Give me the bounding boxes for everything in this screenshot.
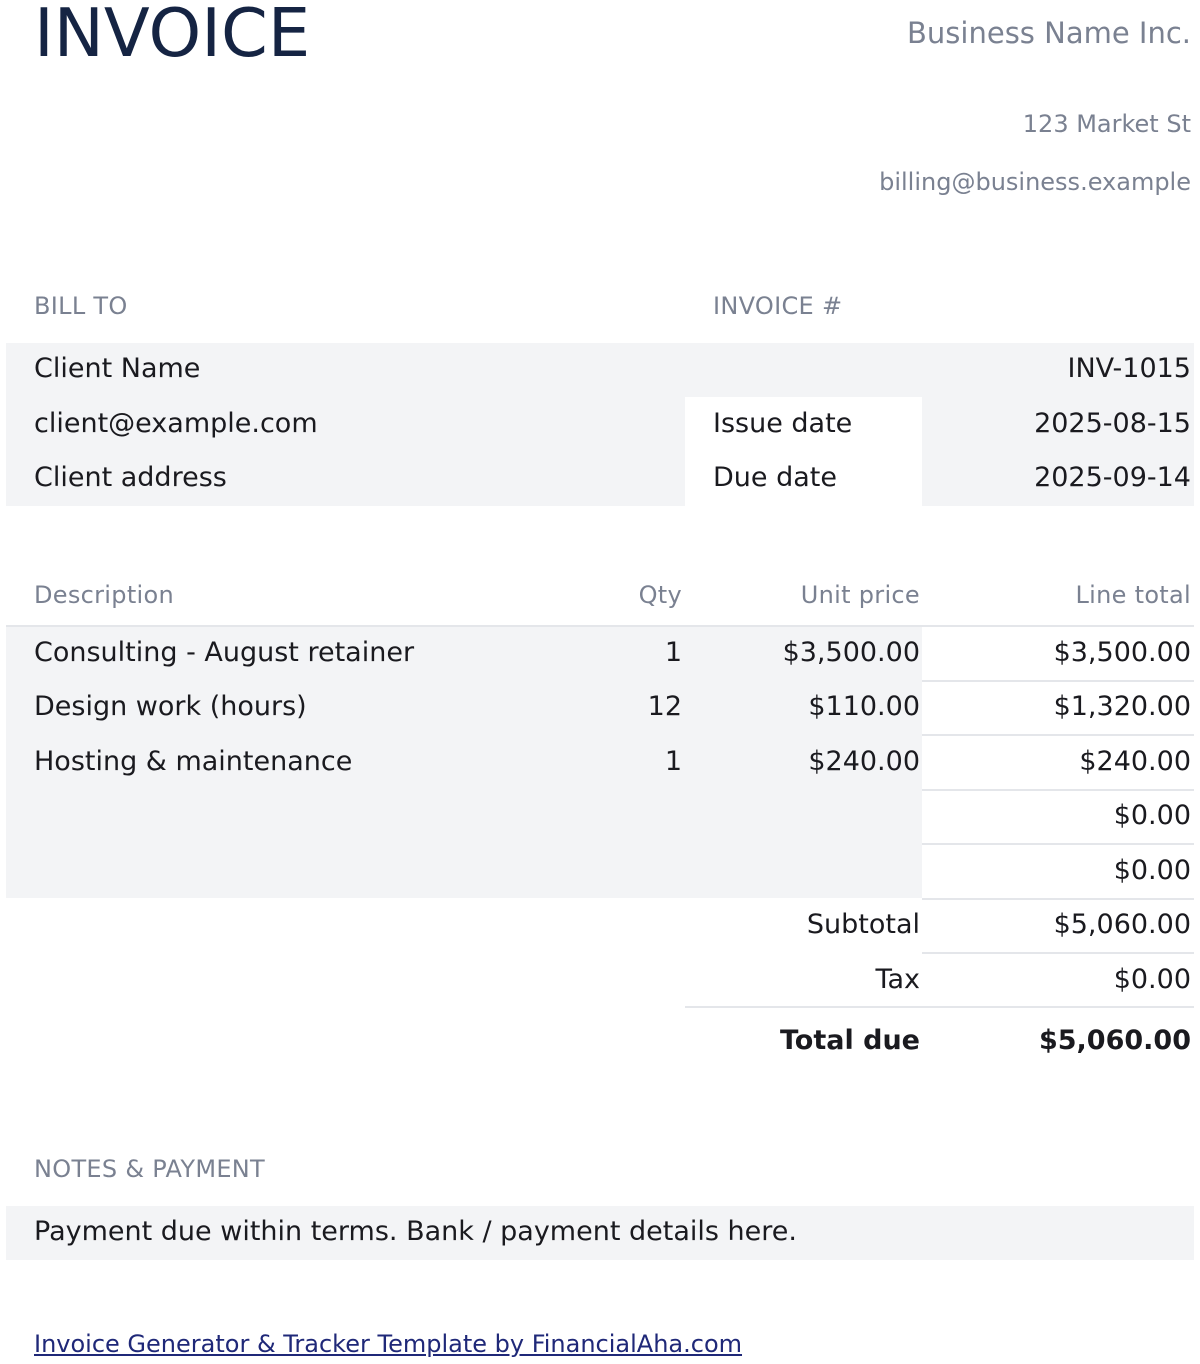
client-name[interactable]: Client Name bbox=[34, 353, 200, 385]
notes-label: NOTES & PAYMENT bbox=[34, 1155, 266, 1183]
business-email[interactable]: billing@business.example bbox=[879, 167, 1191, 197]
client-address[interactable]: Client address bbox=[34, 462, 227, 494]
due-date-label: Due date bbox=[713, 462, 837, 493]
item-description[interactable]: Hosting & maintenance bbox=[34, 746, 352, 778]
item-description[interactable]: Consulting - August retainer bbox=[34, 637, 414, 669]
item-line-total: $3,500.00 bbox=[1053, 637, 1191, 668]
row-divider bbox=[922, 680, 1194, 682]
col-header-qty: Qty bbox=[638, 581, 682, 609]
item-unit-price[interactable]: $110.00 bbox=[808, 691, 920, 723]
row-divider bbox=[922, 789, 1194, 791]
row-divider bbox=[922, 952, 1194, 954]
client-email[interactable]: client@example.com bbox=[34, 408, 318, 440]
item-unit-price[interactable]: $240.00 bbox=[808, 746, 920, 778]
item-qty[interactable]: 12 bbox=[648, 691, 682, 723]
subtotal-value: $5,060.00 bbox=[1053, 909, 1191, 940]
invoice-number[interactable]: INV-1015 bbox=[1067, 353, 1191, 385]
row-divider bbox=[922, 898, 1194, 900]
row-divider bbox=[922, 843, 1194, 845]
due-date[interactable]: 2025-09-14 bbox=[1034, 462, 1191, 494]
invoice-number-label: INVOICE # bbox=[713, 292, 843, 320]
item-line-total: $240.00 bbox=[1079, 746, 1191, 777]
issue-date[interactable]: 2025-08-15 bbox=[1034, 408, 1191, 440]
total-due-label: Total due bbox=[779, 1025, 920, 1056]
item-line-total: $0.00 bbox=[1113, 855, 1191, 886]
bill-to-label: BILL TO bbox=[34, 292, 128, 320]
business-address[interactable]: 123 Market St bbox=[1023, 109, 1191, 139]
tax-label: Tax bbox=[875, 964, 920, 995]
col-header-line-total: Line total bbox=[1075, 581, 1191, 609]
tax-value[interactable]: $0.00 bbox=[1114, 964, 1191, 996]
item-description[interactable]: Design work (hours) bbox=[34, 691, 307, 723]
business-name[interactable]: Business Name Inc. bbox=[907, 16, 1191, 50]
template-credit-link[interactable]: Invoice Generator & Tracker Template by … bbox=[34, 1329, 742, 1359]
notes-text[interactable]: Payment due within terms. Bank / payment… bbox=[34, 1216, 797, 1248]
item-line-total: $0.00 bbox=[1113, 800, 1191, 831]
col-header-description: Description bbox=[34, 581, 174, 609]
row-divider bbox=[922, 734, 1194, 736]
item-line-total: $1,320.00 bbox=[1053, 691, 1191, 722]
subtotal-label: Subtotal bbox=[806, 909, 920, 940]
invoice-title: INVOICE bbox=[34, 0, 311, 72]
col-header-unit-price: Unit price bbox=[800, 581, 920, 609]
item-unit-price[interactable]: $3,500.00 bbox=[783, 637, 920, 669]
item-qty[interactable]: 1 bbox=[665, 746, 682, 778]
issue-date-label: Issue date bbox=[713, 408, 853, 439]
total-due-value: $5,060.00 bbox=[1038, 1025, 1191, 1056]
total-divider bbox=[685, 1006, 1194, 1008]
item-qty[interactable]: 1 bbox=[665, 637, 682, 669]
